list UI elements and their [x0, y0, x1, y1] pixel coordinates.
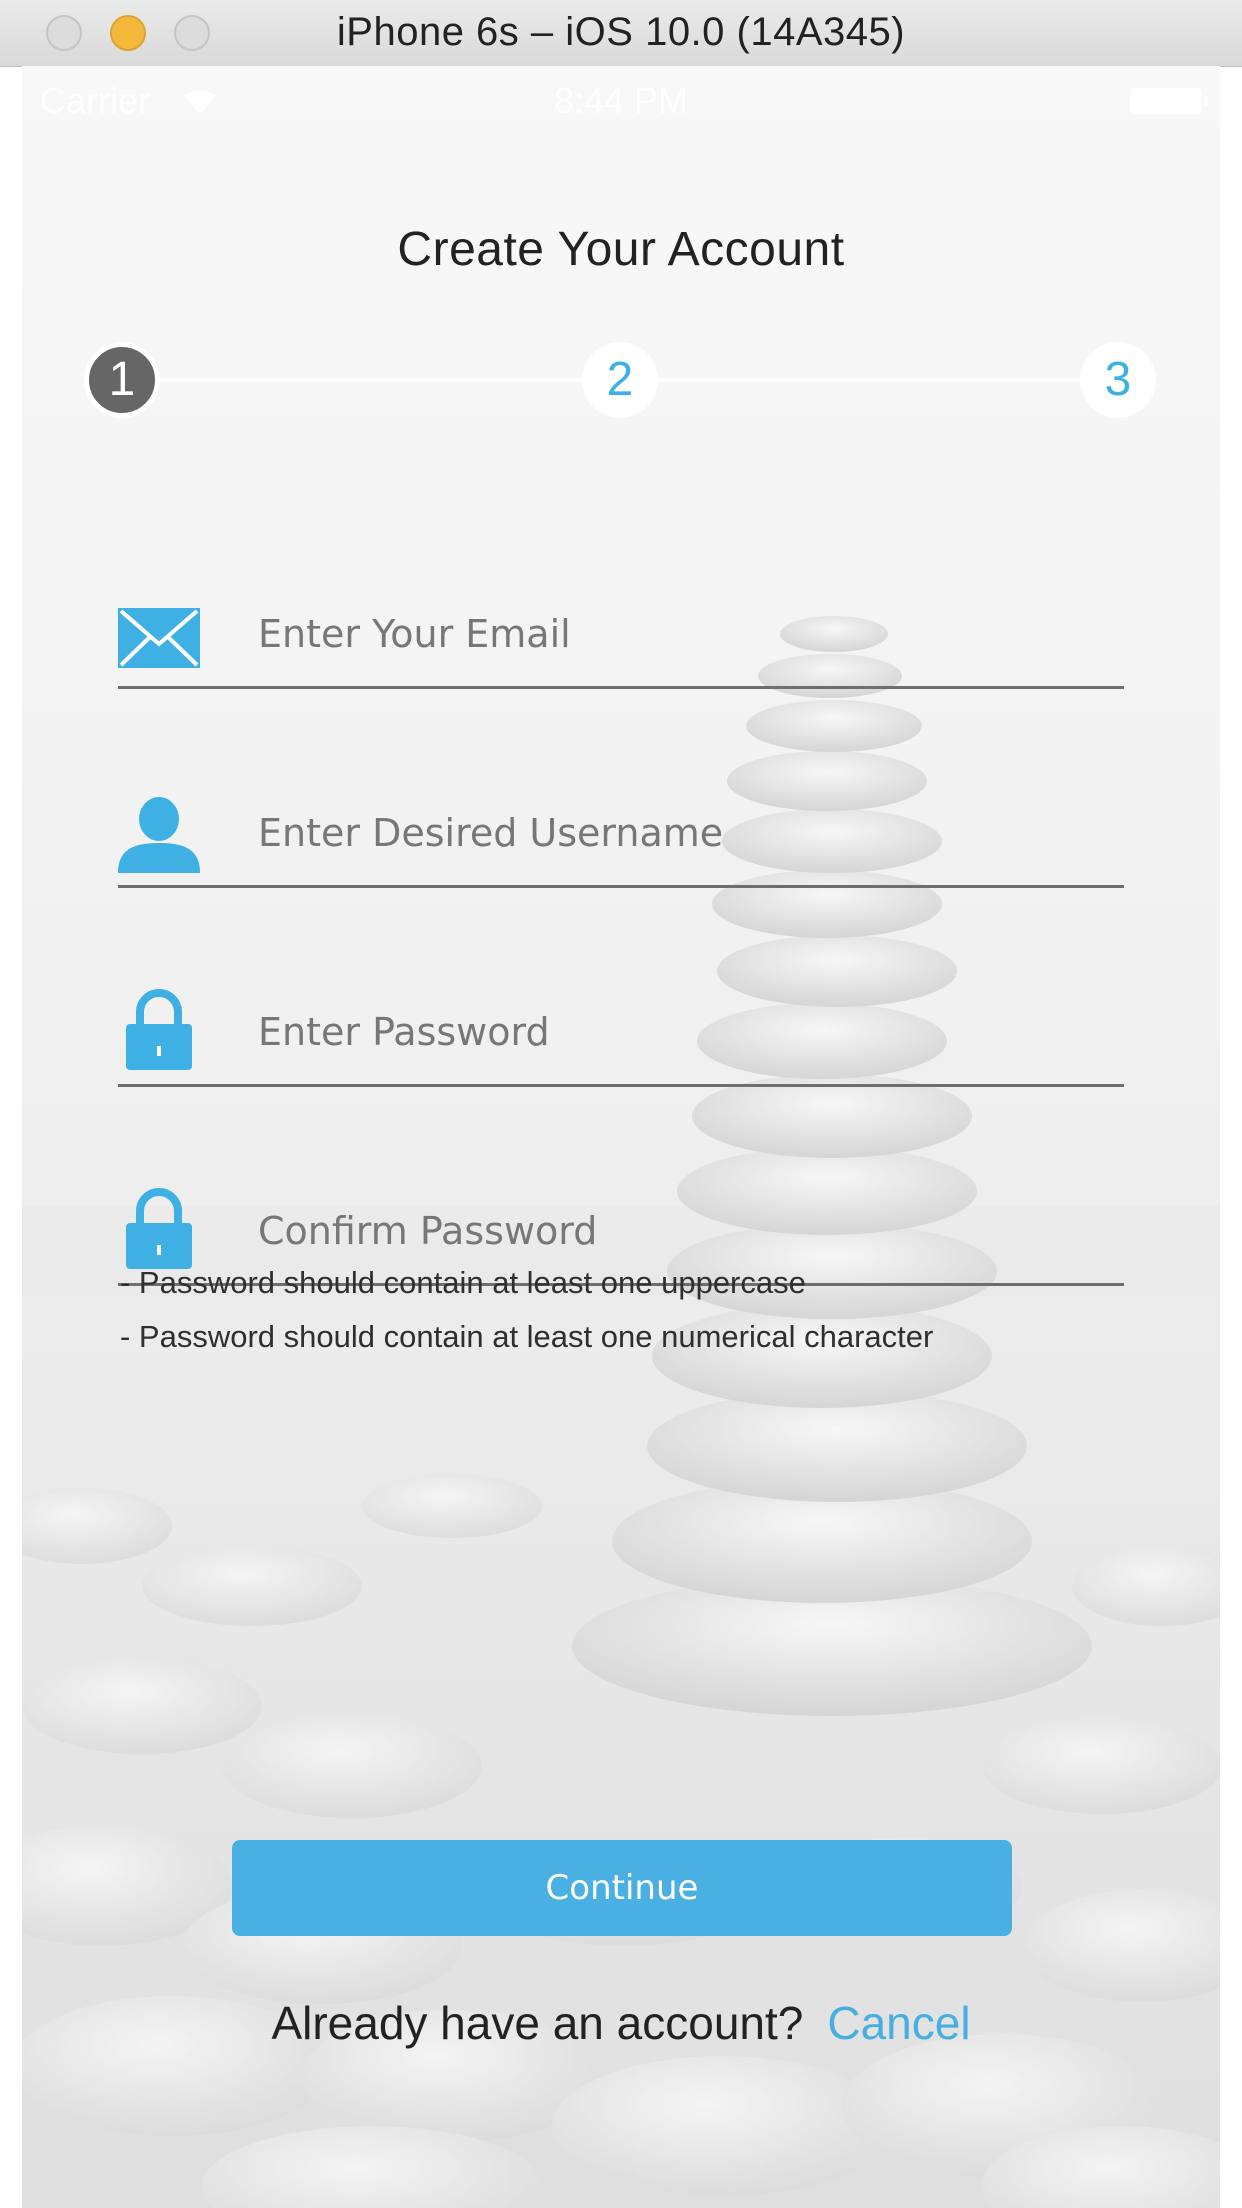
confirm-password-input[interactable]	[258, 1201, 1098, 1261]
step-2-indicator: 2	[582, 342, 658, 418]
user-icon	[118, 797, 200, 873]
page-title: Create Your Account	[397, 223, 845, 276]
hint-uppercase: - Password should contain at least one u…	[120, 1265, 806, 1300]
password-input[interactable]	[258, 1002, 1098, 1062]
window-title: iPhone 6s – iOS 10.0 (14A345)	[336, 10, 906, 54]
password-field-row	[118, 984, 1124, 1087]
ios-status-bar: Carrier 8:44 PM	[22, 66, 1220, 136]
window-title-bar: iPhone 6s – iOS 10.0 (14A345)	[0, 0, 1242, 67]
step-3-indicator: 3	[1080, 342, 1156, 418]
status-time: 8:44 PM	[553, 80, 689, 121]
account-footer: Already have an account? Cancel	[22, 1996, 1220, 2050]
device-screen: Carrier 8:44 PM Create Your Account 1 2 …	[22, 66, 1220, 2208]
hint-numerical: - Password should contain at least one n…	[120, 1319, 934, 1354]
account-prompt: Already have an account?	[271, 1997, 804, 2049]
email-input[interactable]	[258, 604, 1098, 664]
lock-icon	[126, 989, 192, 1070]
email-field-row	[118, 586, 1124, 689]
step-1-indicator: 1	[84, 342, 160, 418]
envelope-icon	[118, 608, 200, 668]
password-requirements: - Password should contain at least one u…	[120, 1256, 1120, 1364]
continue-button[interactable]: Continue	[232, 1840, 1012, 1936]
username-field-row	[118, 785, 1124, 888]
cancel-link[interactable]: Cancel	[827, 1997, 970, 2049]
battery-icon	[1130, 88, 1208, 114]
username-input[interactable]	[258, 803, 1098, 863]
simulator-frame: iPhone 6s – iOS 10.0 (14A345) Carrier 8:…	[0, 0, 1242, 2208]
